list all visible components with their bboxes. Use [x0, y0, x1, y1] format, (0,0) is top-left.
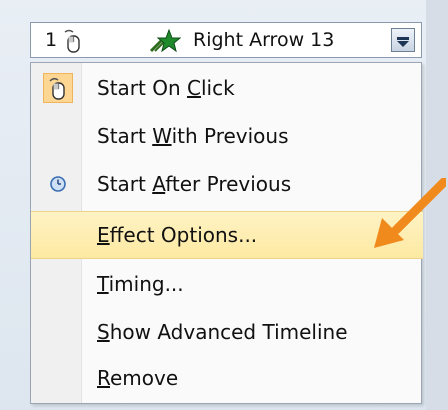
dropdown-button[interactable] [391, 28, 415, 52]
menu-item-start-with-previous[interactable]: Start With Previous [31, 113, 423, 161]
animation-context-menu: Start On Click Start With Previous Start… [30, 62, 423, 404]
animation-index: 1 [45, 29, 58, 51]
annotation-arrow-icon [370, 177, 448, 262]
menu-item-start-after-previous[interactable]: Start After Previous [31, 161, 423, 209]
menu-item-timing[interactable]: Timing... [31, 261, 423, 309]
menu-item-show-advanced-timeline[interactable]: Show Advanced Timeline [31, 309, 423, 357]
effect-name: Right Arrow 13 [193, 29, 335, 51]
chevron-down-icon [397, 37, 409, 40]
green-star-icon [149, 28, 182, 57]
menu-item-remove[interactable]: Remove [31, 355, 423, 403]
menu-item-start-on-click[interactable]: Start On Click [31, 65, 423, 113]
mouse-click-icon [43, 73, 73, 103]
menu-item-effect-options[interactable]: Effect Options... [31, 211, 423, 259]
animation-item-header[interactable]: 1 Right Arrow 13 [30, 22, 422, 58]
mouse-click-icon [61, 28, 83, 58]
clock-icon [43, 169, 73, 199]
